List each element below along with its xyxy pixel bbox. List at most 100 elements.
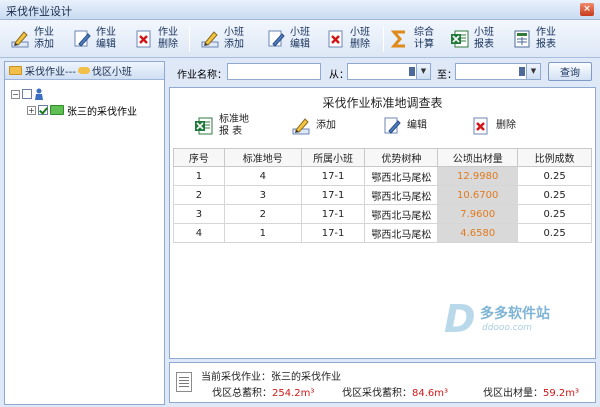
job-name-label: 作业名称： xyxy=(177,70,227,81)
delete-subcompartment-label-1: 小班 xyxy=(350,27,370,38)
person-icon xyxy=(34,88,44,100)
cell-plot-no: 4 xyxy=(223,166,302,186)
calculate-button[interactable]: 综合 计算 xyxy=(390,24,434,54)
search-bar: 作业名称： 从： ▼ 至： ▼ 查询 xyxy=(171,61,596,83)
title-bar: 采伐作业设计 × xyxy=(0,0,600,20)
delete-job-button[interactable]: 作业 删除 xyxy=(134,24,178,54)
plot-report-button[interactable]: 标准地报 表 xyxy=(194,114,249,138)
col-header-plot-no[interactable]: 标准地号 xyxy=(223,148,302,167)
tree-root[interactable]: − xyxy=(11,86,164,102)
subcompartment-report-label-2: 报表 xyxy=(474,39,494,50)
delete-job-label-1: 作业 xyxy=(158,27,178,38)
cell-ratio: 0.25 xyxy=(517,166,592,186)
delete-icon xyxy=(326,29,346,49)
watermark-url: ddooo.com xyxy=(482,323,533,333)
document-icon xyxy=(176,372,192,392)
add-subcompartment-label-1: 小班 xyxy=(224,27,244,38)
edit-plot-label: 编辑 xyxy=(407,120,427,131)
collapse-icon[interactable]: − xyxy=(11,89,20,99)
total-stock-stat: 伐区总蓄积：254.2m³ xyxy=(212,384,314,399)
total-stock-value: 254.2m³ xyxy=(272,388,315,399)
delete-subcompartment-label-2: 删除 xyxy=(350,39,370,50)
delete-icon xyxy=(134,29,154,49)
delete-plot-button[interactable]: 删除 xyxy=(471,114,516,138)
excel-icon xyxy=(450,29,470,49)
col-header-index[interactable]: 序号 xyxy=(173,148,225,167)
sigma-icon xyxy=(390,29,410,49)
tree-item-job[interactable]: + 张三的采伐作业 xyxy=(11,102,164,118)
chevron-down-icon[interactable]: ▼ xyxy=(526,64,540,79)
add-pencil-icon xyxy=(10,29,30,49)
edit-job-button[interactable]: 作业 编辑 xyxy=(72,24,116,54)
close-button[interactable]: × xyxy=(580,3,594,16)
delete-plot-label: 删除 xyxy=(496,120,516,131)
col-header-timber-per-ha[interactable]: 公顷出材量 xyxy=(437,148,519,167)
edit-icon xyxy=(382,116,402,136)
add-subcompartment-button[interactable]: 小班 添加 xyxy=(200,24,244,54)
cell-ratio: 0.25 xyxy=(517,185,592,205)
cell-species: 鄂西北马尾松 xyxy=(364,204,439,224)
status-panel: 当前采伐作业：张三的采伐作业 伐区总蓄积：254.2m³ 伐区采伐蓄积：84.6… xyxy=(169,362,596,403)
job-report-label-2: 报表 xyxy=(536,39,556,50)
cell-plot-no: 2 xyxy=(223,204,302,224)
tree-tab-header[interactable]: 采伐作业--- 伐区小班 xyxy=(5,62,164,80)
watermark-letter: D xyxy=(444,297,476,341)
edit-plot-button[interactable]: 编辑 xyxy=(382,114,427,138)
timber-label: 伐区出材量： xyxy=(483,388,543,399)
col-header-subcompartment[interactable]: 所属小班 xyxy=(300,148,366,167)
delete-subcompartment-button[interactable]: 小班 删除 xyxy=(326,24,370,54)
toolbar-separator xyxy=(189,26,190,52)
watermark-brand: 多多软件站 xyxy=(480,306,550,322)
edit-icon xyxy=(72,29,92,49)
timber-stat: 伐区出材量：59.2m³ xyxy=(483,384,579,399)
add-job-button[interactable]: 作业 添加 xyxy=(10,24,54,54)
query-button[interactable]: 查询 xyxy=(548,62,592,81)
folder-icon xyxy=(50,105,64,115)
add-job-label-2: 添加 xyxy=(34,39,54,50)
to-date-picker[interactable]: ▼ xyxy=(455,63,541,80)
col-header-species[interactable]: 优势树种 xyxy=(364,148,439,167)
edit-subcompartment-label-1: 小班 xyxy=(290,27,310,38)
cell-timber-per-ha: 4.6580 xyxy=(437,223,519,243)
window-title: 采伐作业设计 xyxy=(6,5,72,18)
subcompartment-report-button[interactable]: 小班 报表 xyxy=(450,24,494,54)
edit-subcompartment-button[interactable]: 小班 编辑 xyxy=(266,24,310,54)
delete-job-label-2: 删除 xyxy=(158,39,178,50)
cell-subcompartment: 17-1 xyxy=(300,185,366,205)
cell-timber-per-ha: 10.6700 xyxy=(437,185,519,205)
cell-index: 3 xyxy=(173,204,225,224)
add-job-label-1: 作业 xyxy=(34,27,54,38)
cut-stock-label: 伐区采伐蓄积： xyxy=(342,388,412,399)
cell-species: 鄂西北马尾松 xyxy=(364,185,439,205)
total-stock-label: 伐区总蓄积： xyxy=(212,388,272,399)
folder-icon xyxy=(9,66,22,75)
table-row[interactable]: 2 3 17-1 鄂西北马尾松 10.6700 0.25 xyxy=(173,185,592,205)
table-row[interactable]: 1 4 17-1 鄂西北马尾松 12.9980 0.25 xyxy=(173,166,592,186)
expand-icon[interactable]: + xyxy=(27,105,36,115)
current-job-text: 当前采伐作业：张三的采伐作业 xyxy=(201,372,341,383)
col-header-ratio[interactable]: 比例成数 xyxy=(517,148,592,167)
cell-ratio: 0.25 xyxy=(517,204,592,224)
add-pencil-icon xyxy=(200,29,220,49)
cell-plot-no: 3 xyxy=(223,185,302,205)
add-plot-button[interactable]: 添加 xyxy=(291,114,336,138)
job-checkbox[interactable] xyxy=(38,105,48,115)
cell-subcompartment: 17-1 xyxy=(300,166,366,186)
subcompartment-report-label-1: 小班 xyxy=(474,27,494,38)
plot-report-label-1: 标准地 xyxy=(219,114,249,125)
from-date-picker[interactable]: ▼ xyxy=(347,63,431,80)
job-report-button[interactable]: 作业 报表 xyxy=(512,24,556,54)
table-row[interactable]: 3 2 17-1 鄂西北马尾松 7.9600 0.25 xyxy=(173,204,592,224)
cell-index: 4 xyxy=(173,223,225,243)
table-row[interactable]: 4 1 17-1 鄂西北马尾松 4.6580 0.25 xyxy=(173,223,592,243)
excel-icon xyxy=(194,116,214,136)
edit-subcompartment-label-2: 编辑 xyxy=(290,39,310,50)
job-name-input[interactable] xyxy=(227,63,321,80)
toolbar-separator xyxy=(383,26,384,52)
root-checkbox[interactable] xyxy=(22,89,32,99)
cut-stock-value: 84.6m³ xyxy=(412,388,449,399)
cell-timber-per-ha: 12.9980 xyxy=(437,166,519,186)
tree-item-label: 张三的采伐作业 xyxy=(67,106,137,118)
chevron-down-icon[interactable]: ▼ xyxy=(416,64,430,79)
tree-tab-label-subcompartments: 伐区小班 xyxy=(91,67,132,78)
